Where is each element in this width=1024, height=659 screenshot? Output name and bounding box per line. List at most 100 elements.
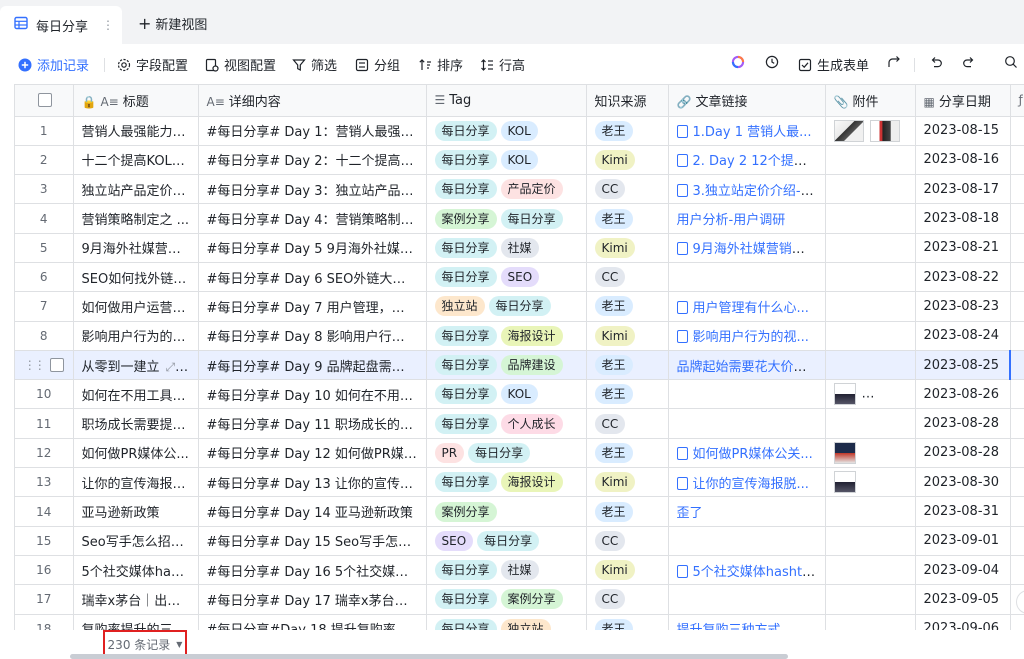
date-cell[interactable]: 2023-09-04 [915,555,1011,586]
tag-cell[interactable]: 案例分享 每日分享 [426,203,587,234]
attachment-cell[interactable] [825,203,916,234]
source-cell[interactable]: Kimi [586,145,669,176]
history-button[interactable] [765,55,784,69]
ai-assistant-button[interactable] [731,55,750,69]
source-cell[interactable]: Kimi [586,321,669,351]
detail-cell[interactable]: #每日分享# Day 3：独立站产品定... [198,174,427,205]
date-cell[interactable]: 2023-08-30 [915,467,1011,498]
attachment-cell[interactable] [825,233,916,263]
article-link[interactable]: 品牌起始需要花大价钱... [677,360,819,375]
tag-cell[interactable]: SEO 每日分享 [426,526,587,556]
title-cell[interactable]: 如何做PR媒体公... [73,438,199,469]
horizontal-scrollbar[interactable] [70,654,788,659]
row-index-cell[interactable]: 12 [15,438,74,469]
table-row[interactable]: 4 营销策略制定之 ... #每日分享# Day 4：营销策略制定... 案例分享 每日… [15,203,1024,234]
table-row[interactable]: 1 营销人最强能力，... #每日分享# Day 1：营销人最强能... 每日分享 KO… [15,116,1024,146]
tag-cell[interactable]: 每日分享 KOL [426,116,587,146]
table-row[interactable]: 7 如何做用户运营管... #每日分享# Day 7 用户管理，分层... 独立站 每日… [15,291,1024,322]
table-row[interactable]: 17 瑞幸x茅台｜出海... #每日分享# Day 17 瑞幸x茅台｜... 每日分享… [15,584,1024,615]
tag-cell[interactable]: 每日分享 产品定价 [426,174,587,205]
date-cell[interactable]: 2023-08-28 [915,438,1011,469]
detail-cell[interactable]: #每日分享# Day 5 9月海外社媒营... [198,233,427,263]
generate-form-button[interactable]: 生成表单 [798,55,869,74]
title-cell[interactable]: SEO如何找外链和... [73,262,199,293]
title-cell[interactable]: 十二个提高KOL红... [73,145,199,176]
table-row[interactable]: 8 影响用户行为的视... #每日分享# Day 8 影响用户行为的... 每日分享海… [15,321,1024,351]
overflow-cell[interactable] [1010,526,1024,556]
date-cell[interactable]: 2023-09-01 [915,526,1011,556]
date-cell[interactable]: 2023-08-31 [915,496,1011,527]
overflow-cell[interactable] [1010,262,1024,293]
table-row[interactable]: ⋮⋮ 从零到一建立 ⤢ + #每日分享# Day 9 品牌起盘需要花... 每日分享 品牌建… [15,350,1024,381]
link-cell[interactable] [668,526,826,556]
date-cell[interactable]: 2023-08-16 [915,145,1011,176]
link-cell[interactable]: 品牌起始需要花大价钱... [668,350,826,381]
title-cell[interactable]: 如何做用户运营管... [73,291,199,322]
source-cell[interactable]: 老王 [586,350,669,381]
link-cell[interactable]: 用户管理有什么心... [668,291,826,322]
link-cell[interactable]: 2. Day 2 12个提高... [668,145,826,176]
date-cell[interactable]: 2023-08-21 [915,233,1011,263]
column-header-date[interactable]: ▦ 分享日期 [915,85,1011,117]
overflow-cell[interactable] [1010,379,1024,410]
new-view-button[interactable]: + 新建视图 [138,14,207,33]
view-config-button[interactable]: 视图配置 [205,55,276,74]
overflow-cell[interactable] [1010,555,1024,586]
overflow-cell[interactable] [1010,145,1024,176]
title-cell[interactable]: 瑞幸x茅台｜出海... [73,584,199,615]
date-cell[interactable]: 2023-09-05 [915,584,1011,615]
article-link[interactable]: 9月海外社媒营销日... [693,242,818,257]
attachment-cell[interactable] [825,379,916,410]
attachment-cell[interactable] [825,145,916,176]
link-cell[interactable]: 3.独立站定价介绍--... [668,174,826,205]
row-index-cell[interactable]: 14 [15,496,74,527]
tag-cell[interactable]: 每日分享 个人成长 [426,408,587,439]
row-index-cell[interactable]: 10 [15,379,74,410]
date-cell[interactable]: 2023-08-24 [915,321,1011,351]
attachment-thumbnail[interactable] [833,471,856,494]
attachment-cell[interactable] [825,614,916,630]
link-cell[interactable]: 9月海外社媒营销日... [668,233,826,263]
date-cell[interactable]: 2023-08-17 [915,174,1011,205]
row-index-cell[interactable]: 13 [15,467,74,498]
attachment-thumbnail[interactable] [833,119,864,142]
source-cell[interactable]: Kimi [586,555,669,586]
title-cell[interactable]: 营销策略制定之 ... [73,203,199,234]
overflow-cell[interactable] [1010,438,1024,469]
title-cell[interactable]: 9月海外社媒营销... [73,233,199,263]
detail-cell[interactable]: #每日分享# Day 1：营销人最强能... [198,116,427,146]
overflow-cell[interactable] [1010,321,1024,351]
tag-cell[interactable]: 每日分享 品牌建设 [426,350,587,381]
share-button[interactable] [887,55,906,69]
row-index-cell[interactable]: 1 [15,116,74,146]
tag-cell[interactable]: 独立站 每日分享 [426,291,587,322]
tag-cell[interactable]: 案例分享 [426,496,587,527]
tag-cell[interactable]: 每日分享 KOL [426,379,587,410]
attachment-cell[interactable] [825,467,916,498]
article-link[interactable]: 让你的宣传海报脱... [693,477,809,492]
table-row[interactable]: 2 十二个提高KOL红... #每日分享# Day 2：十二个提高KO... 每日分享… [15,145,1024,176]
detail-cell[interactable]: #每日分享# Day 14 亚马逊新政策 [198,496,427,527]
attachment-thumbnail[interactable] [833,383,856,406]
detail-cell[interactable]: #每日分享# Day 7 用户管理，分层... [198,291,427,322]
source-cell[interactable]: 老王 [586,203,669,234]
column-header-title[interactable]: 🔒 A≡ 标题 [73,85,199,117]
attachment-cell[interactable] [825,350,916,381]
tag-cell[interactable]: 每日分享 社媒 [426,233,587,263]
overflow-cell[interactable] [1009,350,1024,381]
date-cell[interactable]: 2023-08-23 [915,291,1011,322]
overflow-cell[interactable] [1010,116,1024,146]
article-link[interactable]: 用户分析-用户调研 [677,213,786,228]
detail-cell[interactable]: #每日分享# Day 12 如何做PR媒体... [198,438,427,469]
link-cell[interactable]: 如何做PR媒体公关... [668,438,826,469]
undo-button[interactable] [929,55,948,69]
attachment-thumbnail[interactable] [897,383,914,406]
attachment-cell[interactable] [825,291,916,322]
search-button[interactable] [1004,55,1023,69]
title-cell[interactable]: 亚马逊新政策 [73,496,199,527]
article-link[interactable]: 2. Day 2 12个提高... [693,154,820,169]
row-index-cell[interactable]: 17 [15,584,74,615]
link-cell[interactable]: 影响用户行为的视... [668,321,826,351]
column-header-source[interactable]: 知识来源 [586,85,669,117]
source-cell[interactable]: CC [586,174,669,205]
